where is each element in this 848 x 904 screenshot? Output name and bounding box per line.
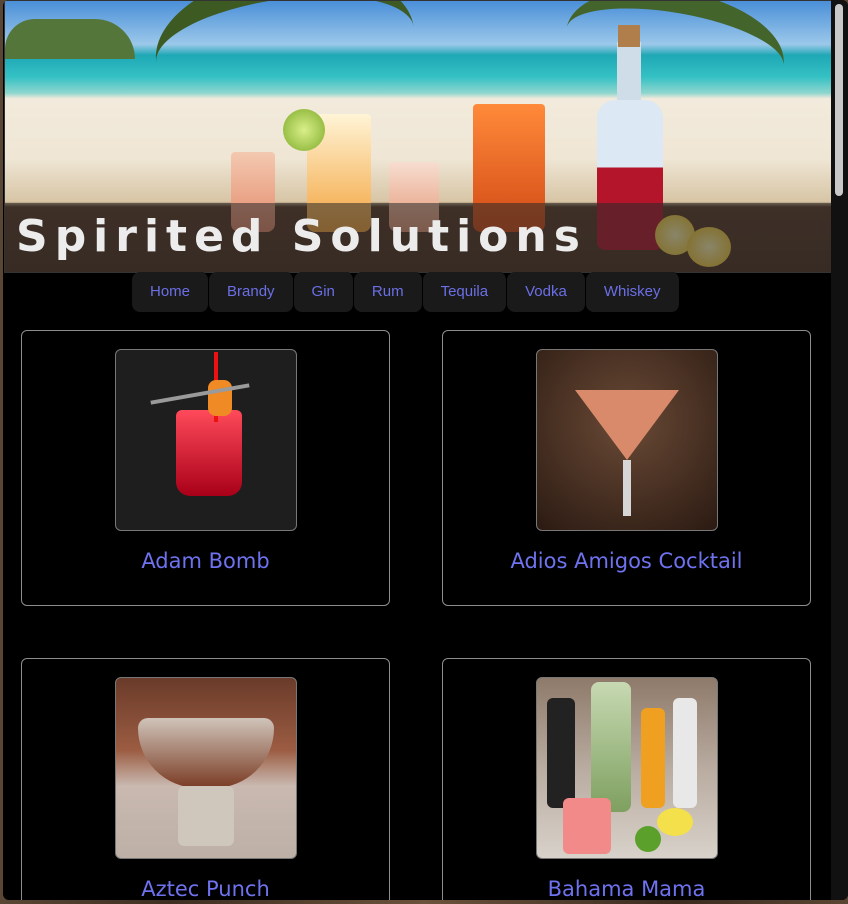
jar-shape bbox=[563, 798, 611, 854]
nav-whiskey[interactable]: Whiskey bbox=[585, 272, 680, 312]
bottle-shape bbox=[547, 698, 575, 808]
nav-home[interactable]: Home bbox=[132, 272, 210, 312]
glass-shape bbox=[176, 410, 242, 496]
hero-palm-decoration bbox=[145, 1, 425, 137]
cocktail-name[interactable]: Bahama Mama bbox=[443, 877, 810, 900]
main-nav: Home Brandy Gin Rum Tequila Vodka Whiske… bbox=[132, 272, 680, 312]
cocktail-name[interactable]: Adios Amigos Cocktail bbox=[443, 549, 810, 573]
lime-shape bbox=[635, 826, 661, 852]
cocktail-card[interactable]: Bahama Mama bbox=[442, 658, 811, 900]
bottle-shape bbox=[673, 698, 697, 808]
vertical-scrollbar[interactable] bbox=[831, 0, 848, 900]
punch-bowl-shape bbox=[138, 718, 274, 788]
hero-island-decoration bbox=[5, 19, 135, 59]
browser-window: Spirited Solutions Home Brandy Gin Rum T… bbox=[3, 0, 848, 900]
hero-bottle-cork bbox=[618, 25, 640, 47]
nav-gin[interactable]: Gin bbox=[293, 272, 354, 312]
cocktail-image[interactable] bbox=[536, 349, 718, 531]
site-title: Spirited Solutions bbox=[16, 211, 587, 262]
cocktail-card[interactable]: Aztec Punch bbox=[21, 658, 390, 900]
hero-banner: Spirited Solutions bbox=[4, 0, 832, 273]
cocktail-card[interactable]: Adam Bomb bbox=[21, 330, 390, 606]
cocktail-image[interactable] bbox=[536, 677, 718, 859]
nav-brandy[interactable]: Brandy bbox=[209, 272, 294, 312]
martini-glass-shape bbox=[575, 390, 679, 460]
bowl-base-shape bbox=[178, 786, 234, 846]
cocktail-name[interactable]: Adam Bomb bbox=[22, 549, 389, 573]
cocktail-name[interactable]: Aztec Punch bbox=[22, 877, 389, 900]
hero-bottle-neck bbox=[617, 42, 641, 102]
cocktail-image[interactable] bbox=[115, 677, 297, 859]
cocktail-card[interactable]: Adios Amigos Cocktail bbox=[442, 330, 811, 606]
nav-vodka[interactable]: Vodka bbox=[507, 272, 586, 312]
hero-lime-decoration bbox=[283, 109, 325, 151]
scrollbar-thumb[interactable] bbox=[835, 4, 843, 196]
lemon-shape bbox=[657, 808, 693, 836]
bottle-shape bbox=[641, 708, 665, 808]
bottle-shape bbox=[591, 682, 631, 812]
nav-tequila[interactable]: Tequila bbox=[422, 272, 508, 312]
hero-palm-decoration bbox=[556, 1, 794, 122]
orange-peel-shape bbox=[208, 380, 232, 416]
nav-rum[interactable]: Rum bbox=[353, 272, 423, 312]
glass-stem-shape bbox=[623, 460, 631, 516]
cocktail-pick-shape bbox=[150, 383, 250, 405]
cocktail-image[interactable] bbox=[115, 349, 297, 531]
